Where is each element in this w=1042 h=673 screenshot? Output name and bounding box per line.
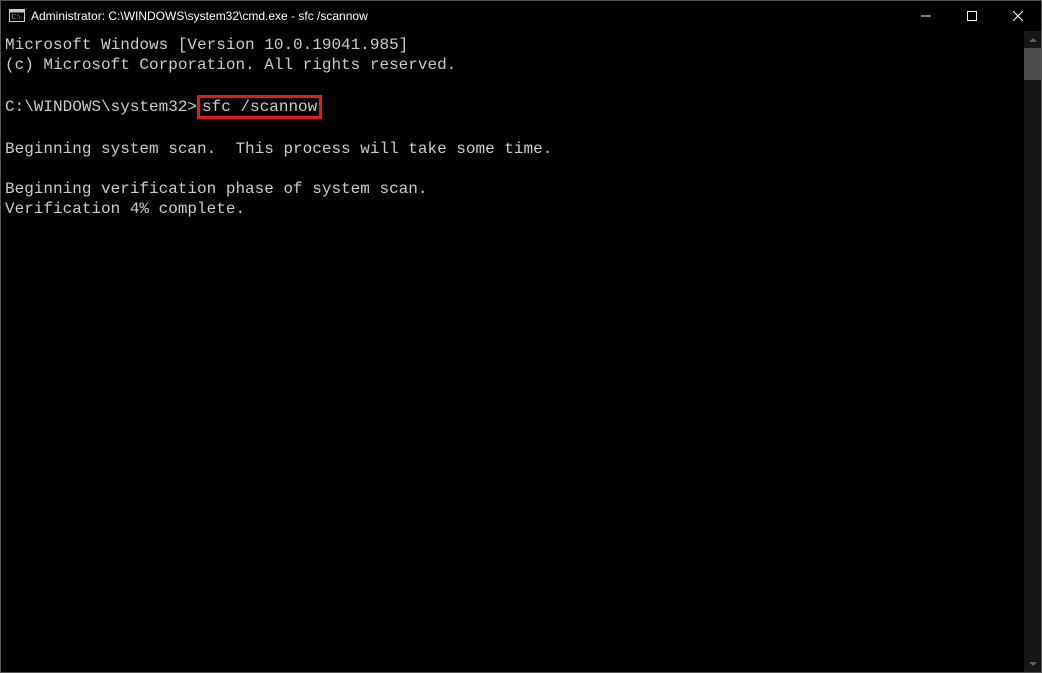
line-verify-phase: Beginning verification phase of system s… [5,180,427,198]
scroll-up-arrow-icon[interactable] [1024,31,1041,48]
scroll-track[interactable] [1024,48,1041,655]
minimize-button[interactable] [903,1,949,31]
scroll-down-arrow-icon[interactable] [1024,655,1041,672]
line-copyright: (c) Microsoft Corporation. All rights re… [5,56,456,74]
vertical-scrollbar[interactable] [1024,31,1041,672]
command-text: sfc /scannow [202,98,317,116]
cmd-window: C:\ Administrator: C:\WINDOWS\system32\c… [0,0,1042,673]
content-wrap: Microsoft Windows [Version 10.0.19041.98… [1,31,1041,672]
scroll-thumb[interactable] [1024,48,1041,80]
line-version: Microsoft Windows [Version 10.0.19041.98… [5,36,408,54]
titlebar[interactable]: C:\ Administrator: C:\WINDOWS\system32\c… [1,1,1041,31]
line-verify-progress: Verification 4% complete. [5,200,245,218]
svg-text:C:\: C:\ [12,13,21,21]
cmd-icon: C:\ [9,8,25,24]
terminal-output[interactable]: Microsoft Windows [Version 10.0.19041.98… [1,31,1024,672]
window-controls [903,1,1041,31]
line-begin-scan: Beginning system scan. This process will… [5,140,552,158]
prompt: C:\WINDOWS\system32> [5,98,197,116]
maximize-button[interactable] [949,1,995,31]
command-highlight: sfc /scannow [197,95,322,119]
close-button[interactable] [995,1,1041,31]
window-title: Administrator: C:\WINDOWS\system32\cmd.e… [31,9,903,23]
